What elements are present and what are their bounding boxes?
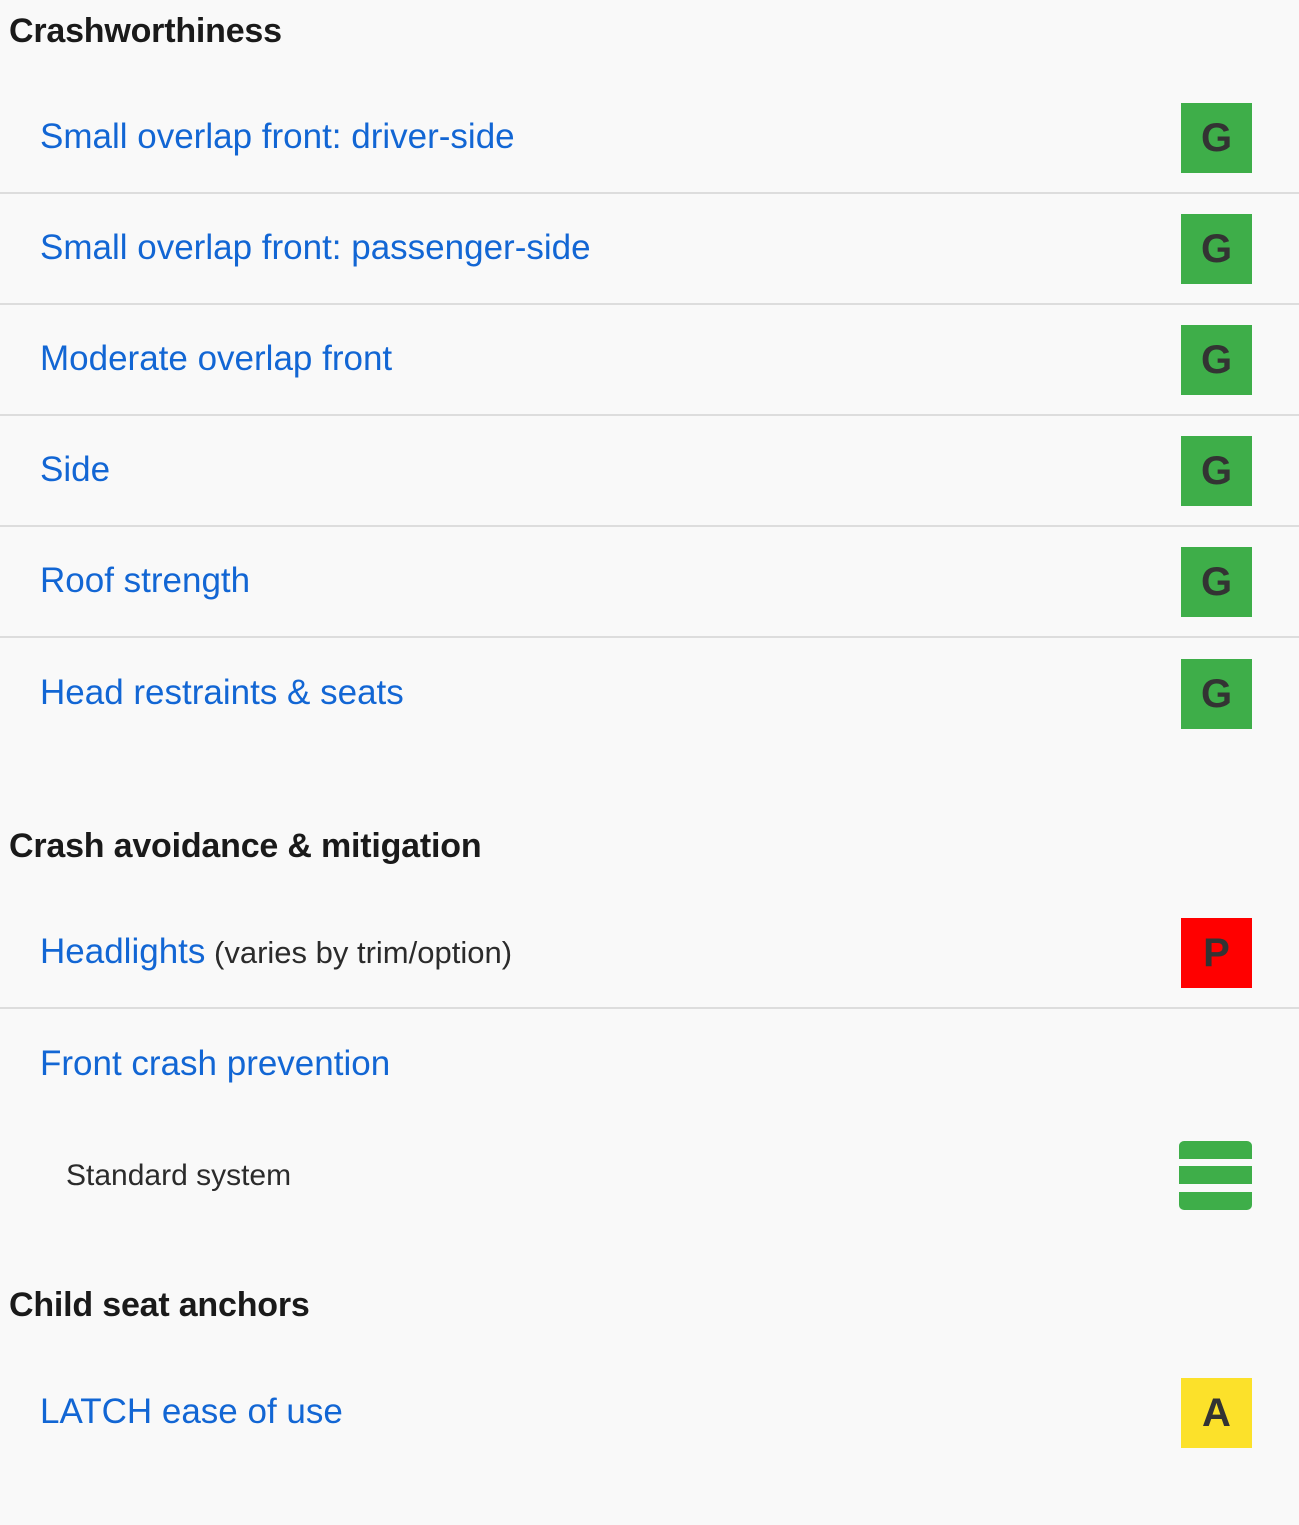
three-bars-icon [1179, 1140, 1252, 1210]
subrow-label-standard-system: Standard system [66, 1158, 292, 1192]
bar-segment [1179, 1140, 1252, 1159]
table-row[interactable]: Moderate overlap front G [0, 305, 1299, 416]
rating-link-side[interactable]: Side [40, 451, 110, 490]
bar-segment [1179, 1191, 1252, 1210]
section-child-seat-anchors: Child seat anchors LATCH ease of use A [0, 1286, 1299, 1468]
table-row[interactable]: Front crash prevention [0, 1009, 1299, 1120]
status-badge-good: G [1181, 324, 1252, 395]
table-row[interactable]: Small overlap front: driver-side G [0, 83, 1299, 194]
section-heading-child-seat-anchors: Child seat anchors [9, 1286, 310, 1324]
rating-link-latch-ease-of-use[interactable]: LATCH ease of use [40, 1393, 343, 1432]
table-row[interactable]: Side G [0, 416, 1299, 527]
section-crashworthiness: Crashworthiness Small overlap front: dri… [0, 0, 1299, 749]
headlights-qualifier-text: (varies by trim/option) [205, 935, 513, 971]
status-badge-good: G [1181, 546, 1252, 617]
status-badge-acceptable: A [1181, 1377, 1252, 1448]
rating-label-headlights: Headlights (varies by trim/option) [40, 933, 512, 972]
status-badge-good: G [1181, 658, 1252, 729]
status-badge-good: G [1181, 213, 1252, 284]
status-badge-good: G [1181, 102, 1252, 173]
table-row[interactable]: Headlights (varies by trim/option) P [0, 898, 1299, 1009]
status-badge-poor: P [1181, 917, 1252, 988]
status-badge-good: G [1181, 435, 1252, 506]
rating-link-roof-strength[interactable]: Roof strength [40, 562, 250, 601]
bar-segment [1179, 1166, 1252, 1184]
table-row: Standard system [0, 1120, 1299, 1230]
rating-link-small-overlap-front-passenger-side[interactable]: Small overlap front: passenger-side [40, 229, 591, 268]
table-row[interactable]: LATCH ease of use A [0, 1357, 1299, 1468]
table-row[interactable]: Small overlap front: passenger-side G [0, 194, 1299, 305]
section-heading-crash-avoidance-and-mitigation: Crash avoidance & mitigation [9, 827, 482, 865]
rating-link-front-crash-prevention[interactable]: Front crash prevention [40, 1045, 390, 1084]
rating-link-headlights[interactable]: Headlights [40, 932, 205, 972]
rating-link-moderate-overlap-front[interactable]: Moderate overlap front [40, 340, 392, 379]
table-row[interactable]: Head restraints & seats G [0, 638, 1299, 749]
vehicle-safety-ratings-panel: Crashworthiness Small overlap front: dri… [0, 0, 1299, 1525]
section-heading-crashworthiness: Crashworthiness [9, 12, 282, 50]
rating-link-small-overlap-front-driver-side[interactable]: Small overlap front: driver-side [40, 118, 515, 157]
rating-link-head-restraints-and-seats[interactable]: Head restraints & seats [40, 674, 404, 713]
table-row[interactable]: Roof strength G [0, 527, 1299, 638]
section-crash-avoidance-and-mitigation: Crash avoidance & mitigation Headlights … [0, 827, 1299, 1230]
